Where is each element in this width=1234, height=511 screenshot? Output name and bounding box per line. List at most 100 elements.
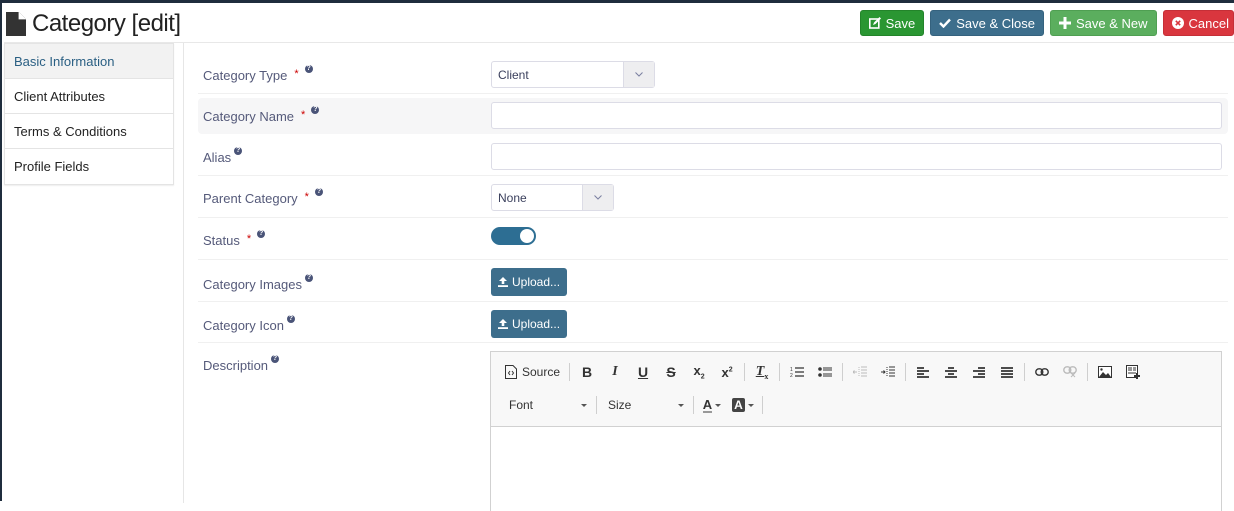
category-type-label: Category Type * ? <box>203 65 313 83</box>
subscript-button[interactable]: x2 <box>685 361 713 383</box>
superscript-button[interactable]: x2 <box>713 361 741 383</box>
text-color-button[interactable]: A <box>697 394 727 416</box>
save-new-button[interactable]: Save & New <box>1049 10 1157 36</box>
help-icon[interactable]: ? <box>305 274 313 282</box>
background-color-button[interactable]: A <box>727 394 759 416</box>
bold-button[interactable]: B <box>573 361 601 383</box>
increase-indent-button[interactable] <box>874 361 902 383</box>
category-icon-label: Category Icon ? <box>203 315 295 333</box>
status-label: Status * ? <box>203 230 266 248</box>
image-icon <box>1098 366 1113 378</box>
numbered-list-icon: 12 <box>790 367 805 378</box>
toolbar-separator <box>1087 363 1089 381</box>
decrease-indent-button[interactable] <box>846 361 874 383</box>
unlink-button[interactable] <box>1056 361 1084 383</box>
toolbar-separator <box>762 396 763 414</box>
category-icon-row: Category Icon ? Upload... <box>198 302 1228 343</box>
sidebar-item-client-attributes[interactable]: Client Attributes <box>5 79 173 114</box>
toggle-knob <box>520 229 534 243</box>
link-button[interactable] <box>1028 361 1056 383</box>
page-title-text: Category [edit] <box>32 10 181 37</box>
alias-input[interactable] <box>491 143 1222 170</box>
help-icon[interactable]: ? <box>311 106 320 114</box>
help-icon[interactable]: ? <box>234 147 243 155</box>
save-new-label: Save & New <box>1075 15 1148 31</box>
link-icon <box>1035 368 1049 376</box>
plus-icon <box>1058 17 1071 29</box>
source-label: Source <box>522 365 561 379</box>
parent-category-label-text: Parent Category <box>203 191 298 206</box>
close-circle-icon <box>1171 17 1184 29</box>
align-right-button[interactable] <box>965 361 993 383</box>
strikethrough-button[interactable]: S <box>657 361 685 383</box>
form-add-icon <box>1126 365 1141 379</box>
italic-button[interactable]: I <box>601 361 629 383</box>
description-content-area[interactable] <box>491 427 1221 511</box>
indent-icon <box>881 366 896 377</box>
align-center-button[interactable] <box>937 361 965 383</box>
editor-toolbar-row-1: Source B I U S x2 x2 Tx 12 <box>501 360 1221 384</box>
required-marker: * <box>304 191 309 203</box>
description-editor: Source B I U S x2 x2 Tx 12 Font Size A A <box>490 351 1222 511</box>
category-icon-upload-button[interactable]: Upload... <box>491 310 568 338</box>
toolbar-separator <box>905 363 907 381</box>
status-row: Status * ? <box>198 218 1228 260</box>
outdent-icon <box>853 366 868 377</box>
upload-icon <box>498 319 508 329</box>
category-name-label-text: Category Name <box>203 109 295 124</box>
insert-table-button[interactable] <box>1119 361 1147 383</box>
save-close-label: Save & Close <box>956 15 1035 31</box>
toolbar-separator <box>569 363 571 381</box>
status-toggle[interactable] <box>491 227 536 245</box>
svg-text:2: 2 <box>790 373 793 378</box>
justify-button[interactable] <box>993 361 1021 383</box>
source-button[interactable]: Source <box>501 365 566 379</box>
upload-label: Upload... <box>512 317 561 331</box>
save-button[interactable]: Save <box>859 10 925 36</box>
category-images-label: Category Images ? <box>203 274 313 292</box>
category-type-select[interactable]: Client <box>491 61 655 88</box>
underline-button[interactable]: U <box>629 361 657 383</box>
help-icon[interactable]: ? <box>304 65 313 73</box>
toolbar-separator <box>842 363 844 381</box>
save-close-button[interactable]: Save & Close <box>930 10 1044 36</box>
source-icon <box>505 365 517 379</box>
parent-category-select[interactable]: None <box>491 184 614 211</box>
category-name-input[interactable] <box>491 102 1222 129</box>
sidebar-item-basic-information[interactable]: Basic Information <box>5 44 173 79</box>
category-images-upload-button[interactable]: Upload... <box>491 268 568 296</box>
toolbar-separator <box>744 363 746 381</box>
image-button[interactable] <box>1091 361 1119 383</box>
category-images-row: Category Images ? Upload... <box>198 260 1228 302</box>
required-marker: * <box>246 233 252 245</box>
align-left-button[interactable] <box>909 361 937 383</box>
remove-format-button[interactable]: Tx <box>748 361 776 383</box>
category-type-row: Category Type * ? Client <box>198 52 1228 94</box>
sidebar-item-profile-fields[interactable]: Profile Fields <box>5 149 173 184</box>
upload-label: Upload... <box>512 275 561 289</box>
align-left-icon <box>917 366 930 378</box>
help-icon[interactable]: ? <box>286 315 295 323</box>
editor-toolbar-row-2: Font Size A A <box>501 393 1221 417</box>
help-icon[interactable]: ? <box>314 188 323 196</box>
help-icon[interactable]: ? <box>257 230 266 238</box>
cancel-button[interactable]: Cancel <box>1162 10 1234 36</box>
size-select-label: Size <box>608 398 632 412</box>
superscript-icon: x2 <box>721 364 733 380</box>
help-icon[interactable]: ? <box>271 355 280 363</box>
bulleted-list-icon <box>818 367 833 377</box>
alias-label: Alias ? <box>203 147 243 165</box>
editor-toolbar: Source B I U S x2 x2 Tx 12 Font Size A A <box>491 352 1221 427</box>
form-panel: Category Type * ? Client Category Name *… <box>183 43 1234 511</box>
chevron-down-icon <box>582 185 613 210</box>
alias-label-text: Alias <box>203 150 232 165</box>
edit-icon <box>868 17 881 29</box>
size-select[interactable]: Size <box>600 394 690 416</box>
font-select[interactable]: Font <box>501 394 593 416</box>
sidebar-item-terms-conditions[interactable]: Terms & Conditions <box>5 114 173 149</box>
required-marker: * <box>294 68 299 80</box>
numbered-list-button[interactable]: 12 <box>783 361 811 383</box>
toolbar-separator <box>596 396 597 414</box>
unlink-icon <box>1063 366 1077 378</box>
bulleted-list-button[interactable] <box>811 361 839 383</box>
